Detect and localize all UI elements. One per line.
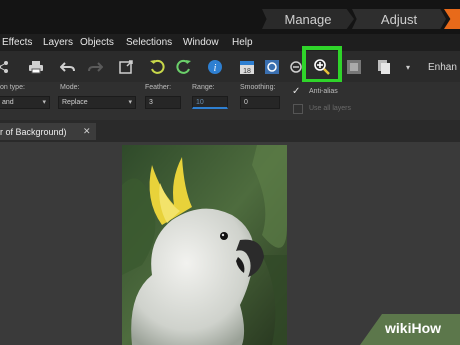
range-value: 10: [196, 98, 204, 106]
range-label: Range:: [192, 84, 215, 91]
use-all-layers-checkbox[interactable]: [293, 104, 303, 114]
range-input[interactable]: 10: [192, 96, 228, 109]
document-tab[interactable]: r of Background): [0, 123, 96, 140]
use-all-layers-label: Use all layers: [309, 105, 352, 112]
share-icon[interactable]: [0, 58, 12, 76]
smart-photo-icon[interactable]: [263, 58, 281, 76]
antialias-label: Anti-alias: [309, 88, 338, 95]
wikihow-watermark: wikiHow: [385, 320, 442, 336]
selection-type-label: on type:: [0, 84, 25, 91]
tab-adjust[interactable]: Adjust: [352, 9, 446, 29]
tool-options-bar: on type: and ▾ Mode: Replace ▾ Feather: …: [0, 82, 460, 120]
print-icon[interactable]: [27, 58, 45, 76]
mode-value: Replace: [62, 99, 88, 106]
antialias-checkbox[interactable]: ✓: [292, 87, 302, 97]
zoom-in-highlight: [302, 46, 342, 83]
redo-icon[interactable]: [86, 58, 104, 76]
menu-window[interactable]: Window: [183, 37, 219, 48]
svg-text:18: 18: [243, 68, 251, 75]
chevron-down-icon: ▾: [128, 99, 132, 106]
tab-edit[interactable]: [444, 9, 460, 29]
copy-icon[interactable]: [375, 58, 393, 76]
selection-type-value: and: [2, 99, 14, 106]
tab-manage[interactable]: Manage: [262, 9, 354, 29]
chevron-down-icon: ▾: [42, 99, 46, 106]
enhance-label[interactable]: Enhan: [428, 62, 457, 73]
document-tab-title: r of Background): [0, 126, 67, 137]
crop-icon[interactable]: [117, 58, 135, 76]
smoothing-input[interactable]: 0: [240, 96, 280, 109]
smoothing-value: 0: [244, 99, 248, 106]
menu-effects[interactable]: Effects: [2, 37, 32, 48]
menu-bar: Effects Layers Objects Selections Window…: [0, 34, 460, 51]
feather-value: 3: [149, 99, 153, 106]
document-tab-strip: r of Background) ✕: [0, 120, 460, 142]
chevron-down-icon[interactable]: ▾: [399, 58, 417, 76]
menu-objects[interactable]: Objects: [80, 37, 114, 48]
svg-text:i: i: [214, 63, 217, 74]
menu-help[interactable]: Help: [232, 37, 253, 48]
cockatoo-photo[interactable]: [122, 145, 287, 345]
rotate-right-icon[interactable]: [175, 58, 193, 76]
info-icon[interactable]: i: [206, 58, 224, 76]
mode-label: Mode:: [60, 84, 80, 91]
toolbar: i 18 ▾ Enhan: [0, 51, 460, 83]
smoothing-label: Smoothing:: [240, 84, 276, 91]
menu-selections[interactable]: Selections: [126, 37, 172, 48]
rotate-left-icon[interactable]: [148, 58, 166, 76]
workspace-bar: Manage Adjust: [0, 0, 460, 34]
close-icon[interactable]: ✕: [83, 126, 91, 137]
feather-label: Feather:: [145, 84, 172, 91]
undo-icon[interactable]: [59, 58, 77, 76]
mode-dropdown[interactable]: Replace ▾: [58, 96, 136, 109]
feather-input[interactable]: 3: [145, 96, 181, 109]
photo-frame-icon[interactable]: [345, 58, 363, 76]
selection-type-dropdown[interactable]: and ▾: [0, 96, 50, 109]
calendar-icon[interactable]: 18: [238, 58, 256, 76]
menu-layers[interactable]: Layers: [43, 37, 73, 48]
